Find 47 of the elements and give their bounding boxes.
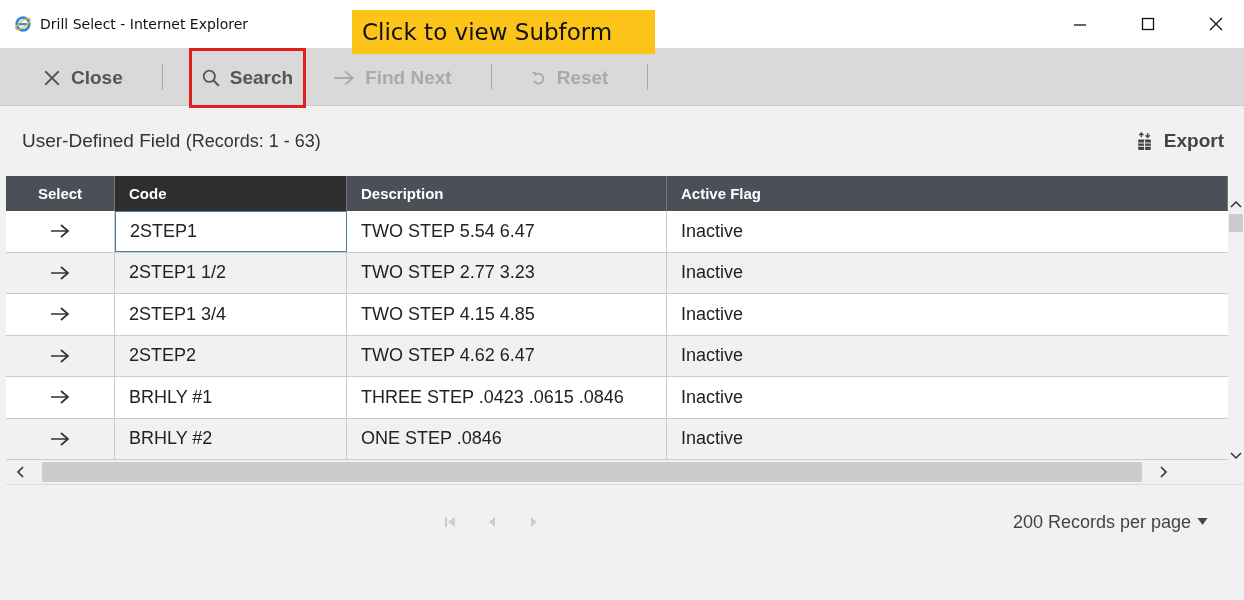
export-button[interactable]: Export (1130, 129, 1230, 153)
arrow-right-icon[interactable] (50, 264, 70, 281)
page-size-dropdown[interactable]: 200 Records per page (1006, 510, 1214, 534)
scrollbar-thumb[interactable] (42, 462, 1142, 482)
search-icon (201, 69, 220, 87)
table-cell: TWO STEP 4.62 6.47 (347, 335, 667, 376)
close-icon[interactable] (1208, 16, 1224, 32)
arrow-right-icon (333, 69, 356, 87)
table-cell-text: Inactive (680, 261, 745, 285)
column-header[interactable]: Code (115, 176, 347, 211)
table-cell: TWO STEP 5.54 6.47 (347, 211, 667, 252)
callout-tooltip: Click to view Subform (352, 10, 655, 54)
undo-icon (530, 70, 547, 86)
maximize-icon[interactable] (1140, 16, 1156, 32)
table-cell-text: Inactive (680, 302, 745, 326)
scroll-up-icon[interactable] (1230, 200, 1242, 208)
spreadsheet-icon (1136, 131, 1152, 151)
table-cell: BRHLY #2 (115, 418, 347, 459)
arrow-right-icon[interactable] (50, 430, 70, 447)
browser-logo-icon (14, 15, 32, 33)
table-cell: BRHLY #1 (115, 377, 347, 418)
arrow-right-icon[interactable] (50, 347, 70, 364)
table-cell: ONE STEP .0846 (347, 418, 667, 459)
table-cell: 2STEP2 (115, 335, 347, 376)
window-title: Drill Select - Internet Explorer (40, 16, 249, 32)
scrollbar-thumb[interactable] (1229, 214, 1243, 232)
arrow-right-icon[interactable] (50, 306, 70, 323)
toolbar-button[interactable]: Search (188, 48, 307, 108)
table-cell: THREE STEP .0423 .0615 .0846 (347, 377, 667, 418)
table-cell-text: Inactive (680, 344, 745, 368)
table-cell-text: Inactive (680, 219, 745, 243)
arrow-right-icon[interactable] (50, 223, 70, 240)
table-cell-text: Inactive (680, 427, 745, 451)
caret-icon (1197, 518, 1208, 526)
scroll-down-icon[interactable] (1230, 452, 1242, 460)
panel-title: User-Defined Field (Records: 1 - 63) (22, 130, 321, 152)
scroll-left-icon[interactable] (16, 466, 24, 478)
arrow-right-icon[interactable] (50, 389, 70, 406)
table-cell-text: Inactive (680, 385, 745, 409)
toolbar-button[interactable]: Close (30, 48, 136, 108)
table-cell: 2STEP1 (115, 211, 347, 252)
close-icon (43, 69, 61, 87)
table-cell: TWO STEP 4.15 4.85 (347, 294, 667, 335)
table-cell: TWO STEP 2.77 3.23 (347, 252, 667, 293)
table-cell: 2STEP1 1/2 (115, 252, 347, 293)
scroll-right-icon[interactable] (1160, 466, 1168, 478)
table-cell: 2STEP1 3/4 (115, 294, 347, 335)
